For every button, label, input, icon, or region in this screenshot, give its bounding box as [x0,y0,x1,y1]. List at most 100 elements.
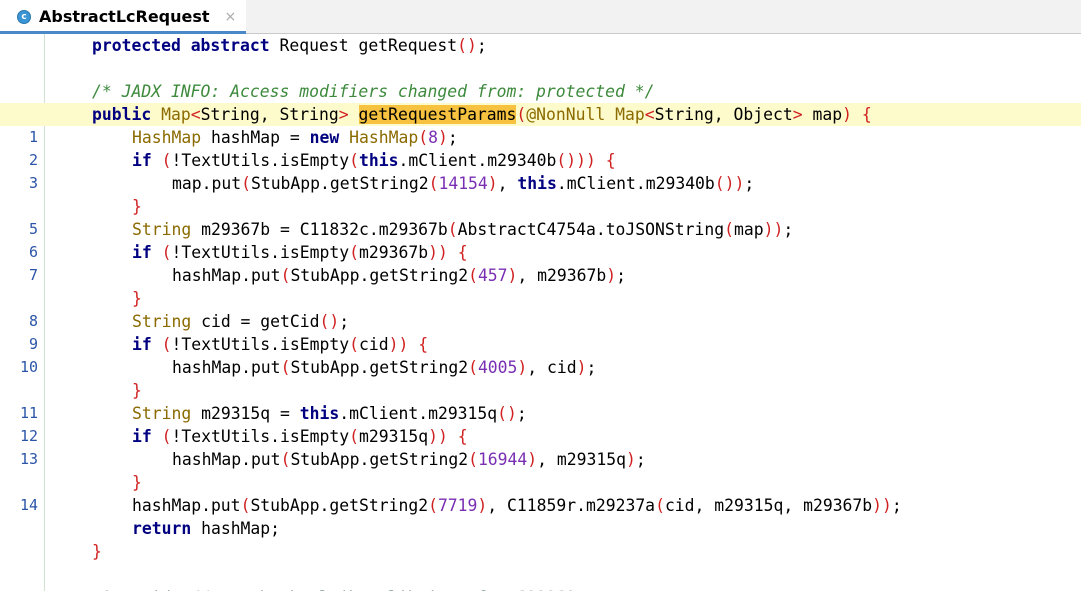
line-number [0,563,38,586]
code-token: , m29367b [517,266,607,285]
line-number [0,103,38,126]
code-token: { [861,105,872,124]
code-text: if (!TextUtils.isEmpty(m29315q)) { [132,425,468,448]
code-token: ) [437,128,448,147]
code-token: ( [724,220,734,239]
code-line[interactable]: 13 hashMap.put(StubApp.getString2(16944),… [0,448,1081,471]
code-line[interactable]: @Override // com.baoku.lsjbsr.lib.interf… [0,586,1081,591]
code-line[interactable]: } [0,379,1081,402]
code-text: hashMap.put(StubApp.getString2(16944), m… [172,448,646,471]
code-text: String m29315q = this.mClient.m29315q(); [132,402,527,425]
code-token: if [132,427,152,446]
code-token: cid = getCid [191,312,320,331]
code-token: , m29315q [537,450,626,469]
code-token: m29315q [359,427,429,446]
code-token: cid [359,335,389,354]
code-line[interactable] [0,563,1081,586]
code-token: ( [428,174,439,193]
code-token: } [132,289,142,308]
code-token: } [132,381,142,400]
code-line[interactable]: } [0,195,1081,218]
tab-abstractlcrequest[interactable]: c AbstractLcRequest × [0,0,246,34]
code-token: () [497,404,517,423]
code-token: ( [241,174,251,193]
code-token: String [132,220,192,239]
code-token: 7719 [437,496,478,515]
code-token: ( [655,496,665,515]
code-editor[interactable]: protected abstract Request getRequest();… [0,34,1081,591]
code-line[interactable]: 11 String m29315q = this.mClient.m29315q(… [0,402,1081,425]
code-token: ) [576,358,587,377]
code-token: ) [606,266,617,285]
code-line[interactable]: 2 if (!TextUtils.isEmpty(this.mClient.m29… [0,149,1081,172]
close-icon[interactable]: × [225,9,237,25]
code-text: String cid = getCid(); [132,310,349,333]
code-token: hashMap.put [132,496,241,515]
code-token: , [497,174,518,193]
code-line[interactable]: } [0,287,1081,310]
code-line[interactable]: public Map<String, String> getRequestPar… [0,103,1081,126]
code-token: ; [635,450,646,469]
code-text: } [132,471,142,494]
code-token: protected [92,36,181,55]
code-token: StubApp.getString2 [250,174,429,193]
code-token: ( [161,427,172,446]
code-line[interactable]: 7 hashMap.put(StubApp.getString2(457), m2… [0,264,1081,287]
code-line[interactable]: 5 String m29367b = C11832c.m29367b(Abstra… [0,218,1081,241]
code-line[interactable]: } [0,471,1081,494]
line-number: 7 [28,266,38,284]
code-text: if (!TextUtils.isEmpty(this.mClient.m293… [132,149,616,172]
code-line[interactable]: 1 HashMap hashMap = new HashMap(8); [0,126,1081,149]
code-token: HashMap [132,128,202,147]
code-token: Map [161,105,191,124]
code-token: , C11859r.m29237a [487,496,656,515]
code-token: )) [872,496,892,515]
code-token: /* JADX INFO: Access modifiers changed f… [92,82,655,101]
code-line[interactable]: protected abstract Request getRequest(); [0,34,1081,57]
code-token: () [457,36,477,55]
code-line[interactable]: 10 hashMap.put(StubApp.getString2(4005), … [0,356,1081,379]
code-token: 14154 [438,174,488,193]
code-token: ( [280,266,291,285]
code-token: < [644,105,655,124]
code-token: > [338,105,349,124]
code-token: )) [428,243,448,262]
highlighted-method-name: getRequestParams [358,105,517,124]
code-text: String m29367b = C11832c.m29367b(Abstrac… [132,218,793,241]
code-line[interactable]: return hashMap; [0,517,1081,540]
line-number [0,379,38,402]
code-token: Request getRequest [269,36,458,55]
line-number [0,57,38,80]
code-token: , [259,105,280,124]
line-number: 14 [19,496,38,514]
code-line[interactable]: 9 if (!TextUtils.isEmpty(cid)) { [0,333,1081,356]
code-token: StubApp.getString2 [290,358,469,377]
code-token: ()) [714,174,745,193]
code-line[interactable]: 14 hashMap.put(StubApp.getString2(7719), … [0,494,1081,517]
code-line[interactable]: /* JADX INFO: Access modifiers changed f… [0,80,1081,103]
code-line[interactable]: 12 if (!TextUtils.isEmpty(m29315q)) { [0,425,1081,448]
line-number [0,586,38,591]
code-token: map.put [172,174,242,193]
code-text: return hashMap; [132,517,280,540]
code-token: ) [625,450,636,469]
code-line[interactable]: 3 map.put(StubApp.getString2(14154), this… [0,172,1081,195]
code-text: } [132,287,142,310]
code-token: ( [349,243,359,262]
tab-label: AbstractLcRequest [39,7,210,26]
code-text: if (!TextUtils.isEmpty(m29367b)) { [132,241,468,264]
line-number [0,34,38,57]
line-number: 2 [28,151,38,169]
code-line[interactable] [0,57,1081,80]
code-token: !TextUtils.isEmpty [171,243,350,262]
code-line[interactable]: 6 if (!TextUtils.isEmpty(m29367b)) { [0,241,1081,264]
code-token: !TextUtils.isEmpty [171,151,350,170]
code-text: @Override // com.baoku.lsjbsr.lib.interf… [92,586,576,591]
code-line[interactable]: } [0,540,1081,563]
code-line[interactable]: 8 String cid = getCid(); [0,310,1081,333]
